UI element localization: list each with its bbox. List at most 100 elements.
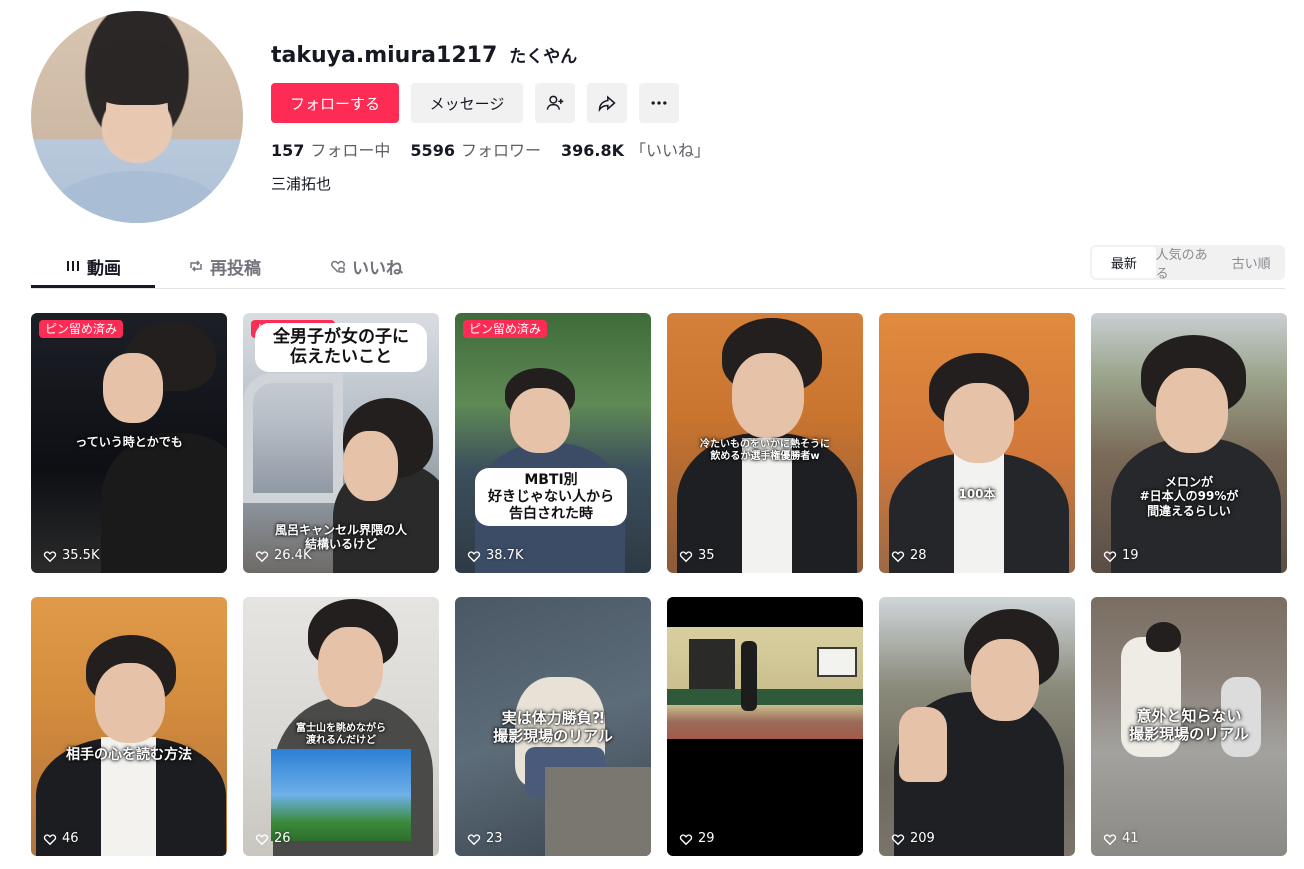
video-card[interactable]: メロンが #日本人の99%が 間違えるらしい 19 [1091,313,1287,573]
heart-outline-icon [467,550,481,562]
heart-outline-icon [891,833,905,845]
profile-bio: 三浦拓也 [271,175,332,193]
video-card[interactable]: 29 [667,597,863,856]
video-thumbnail-figure [101,433,227,573]
video-card[interactable]: 冷たいものをいかに熱そうに 飲めるか選手権優勝者w 35 [667,313,863,573]
video-caption: 全男子が女の子に 伝えたいこと [255,323,427,372]
profile-stats: 157 フォロー中 5596 フォロワー 396.8K 「いいね」 [271,137,710,161]
video-likes: 26.4K [255,548,311,563]
video-caption: っていう時とかでも [75,435,183,449]
avatar-shirt [51,171,223,223]
sort-latest[interactable]: 最新 [1092,247,1156,278]
profile-avatar[interactable] [31,11,243,223]
video-card[interactable]: 実は体力勝負⁈ 撮影現場のリアル 23 [455,597,651,856]
video-thumbnail-figure [1156,368,1228,453]
profile-header: takuya.miura1217 たくやん [271,42,577,72]
heart-lock-icon [331,260,345,273]
video-thumbnail-figure [318,627,383,707]
heart-outline-icon [467,833,481,845]
heart-outline-icon [43,550,57,562]
heart-outline-icon [679,833,693,845]
video-card[interactable]: 富士山を眺めながら 渡れるんだけど 26 [243,597,439,856]
heart-outline-icon [1103,833,1117,845]
video-likes: 28 [891,548,927,563]
repost-icon [190,260,202,272]
video-card[interactable]: 209 [879,597,1075,856]
video-thumbnail-figure [1146,622,1181,652]
tab-videos[interactable]: 動画 [65,244,121,288]
video-likes: 26 [255,831,291,846]
video-thumbnail-figure [343,431,398,501]
video-thumbnail-scene [817,647,857,677]
pinned-badge: ピン留め済み [463,320,548,338]
heart-outline-icon [43,833,57,845]
video-thumbnail-figure [243,373,343,503]
video-thumbnail-figure [545,767,651,856]
video-card[interactable]: 意外と知らない 撮影現場のリアル 41 [1091,597,1287,856]
sort-selector: 最新 人気のある 古い順 [1090,245,1285,282]
video-card[interactable]: ピン留め済み っていう時とかでも 35.5K [31,313,227,573]
grid-icon [67,261,79,271]
video-caption: 冷たいものをいかに熱そうに 飲めるか選手権優勝者w [700,439,830,462]
video-likes: 209 [891,831,935,846]
video-card[interactable]: ピン留め済み MBTI別 好きじゃない人から 告白された時 38.7K [455,313,651,573]
active-tab-indicator [31,285,155,288]
heart-outline-icon [255,550,269,562]
video-likes: 35.5K [43,548,99,563]
video-likes: 29 [679,831,715,846]
video-card[interactable]: ピン留め済み 全男子が女の子に 伝えたいこと 風呂キャンセル界隈の人 結構いるけ… [243,313,439,573]
video-caption: メロンが #日本人の99%が 間違えるらしい [1139,475,1239,518]
video-thumbnail-figure [741,641,757,711]
video-card[interactable]: 100本 28 [879,313,1075,573]
video-thumbnail-scene [689,639,735,691]
heart-outline-icon [255,833,269,845]
video-caption: 実は体力勝負⁈ 撮影現場のリアル [493,709,613,745]
suggest-accounts-button[interactable] [535,83,575,123]
video-thumbnail-figure [510,388,570,453]
tab-likes[interactable]: いいね [330,244,403,288]
video-caption: 相手の心を読む方法 [66,747,192,763]
video-thumbnail-figure [944,383,1014,463]
video-likes: 41 [1103,831,1139,846]
followers-stat[interactable]: 5596 フォロワー [410,137,541,161]
following-stat[interactable]: 157 フォロー中 [271,137,390,161]
username: takuya.miura1217 [271,43,498,68]
video-thumbnail-scene [667,689,863,705]
video-thumbnail-figure [954,453,1004,573]
video-likes: 46 [43,831,79,846]
video-likes: 35 [679,548,715,563]
share-button[interactable] [587,83,627,123]
share-icon [598,95,616,113]
video-thumbnail-figure [971,639,1039,721]
video-thumbnail-figure [732,353,804,438]
heart-outline-icon [1103,550,1117,562]
message-button[interactable]: メッセージ [411,83,523,123]
more-options-button[interactable] [639,83,679,123]
video-grid: ピン留め済み っていう時とかでも 35.5K ピン留め済み 全男子が女の子に 伝… [31,313,1287,856]
video-likes: 23 [467,831,503,846]
video-caption: 意外と知らない 撮影現場のリアル [1129,707,1249,743]
video-thumbnail-figure [103,353,163,423]
heart-outline-icon [679,550,693,562]
profile-actions: フォローする メッセージ [271,83,679,123]
video-caption: 富士山を眺めながら 渡れるんだけど [296,723,386,746]
video-caption: 100本 [958,487,996,501]
nickname: たくやん [509,47,578,67]
heart-outline-icon [891,550,905,562]
video-thumbnail-figure [95,663,165,743]
video-card[interactable]: 相手の心を読む方法 46 [31,597,227,856]
video-likes: 19 [1103,548,1139,563]
video-likes: 38.7K [467,548,523,563]
video-inset-image [271,749,411,841]
likes-stat: 396.8K 「いいね」 [560,141,710,160]
add-user-icon [546,95,564,110]
pinned-badge: ピン留め済み [39,320,124,338]
video-caption: MBTI別 好きじゃない人から 告白された時 [475,468,627,527]
sort-oldest[interactable]: 古い順 [1219,247,1283,278]
sort-popular[interactable]: 人気のある [1156,247,1220,282]
avatar-hair [89,39,187,105]
more-icon [651,101,667,105]
follow-button[interactable]: フォローする [271,83,399,123]
tab-reposts[interactable]: 再投稿 [188,244,261,288]
video-thumbnail-hand [899,707,947,782]
